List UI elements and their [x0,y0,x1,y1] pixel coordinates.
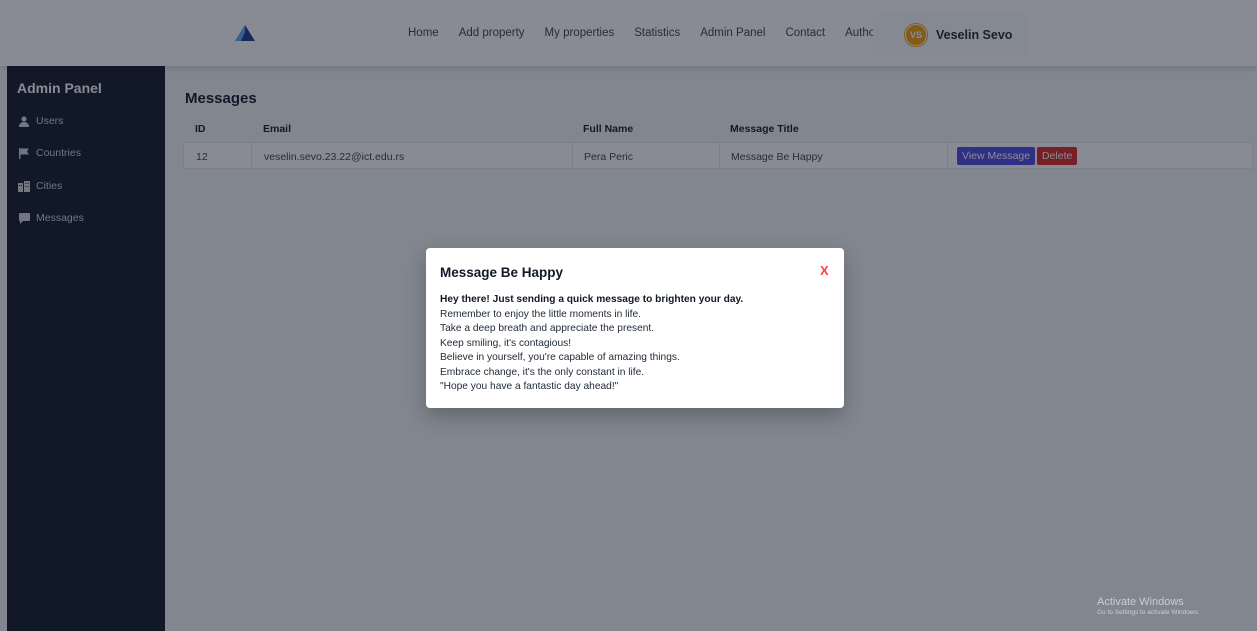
modal-body: Hey there! Just sending a quick message … [440,293,830,395]
watermark-subtitle: Go to Settings to activate Windows. [1097,609,1200,616]
watermark-title: Activate Windows [1097,596,1184,608]
close-icon[interactable]: X [820,263,829,278]
modal-title: Message Be Happy [440,265,564,280]
message-modal: Message Be Happy X Hey there! Just sendi… [426,248,844,408]
message-line: Believe in yourself, you're capable of a… [440,352,680,363]
message-line: Remember to enjoy the little moments in … [440,308,642,320]
message-line: Embrace change, it's the only constant i… [440,366,645,378]
message-line: "Hope you have a fantastic day ahead!" [440,381,619,392]
message-line: Take a deep breath and appreciate the pr… [440,323,655,334]
message-line: Keep smiling, it's contagious! [440,337,572,349]
activate-windows-watermark: Activate Windows Go to Settings to activ… [1097,596,1200,616]
message-lead: Hey there! Just sending a quick message … [440,294,744,305]
